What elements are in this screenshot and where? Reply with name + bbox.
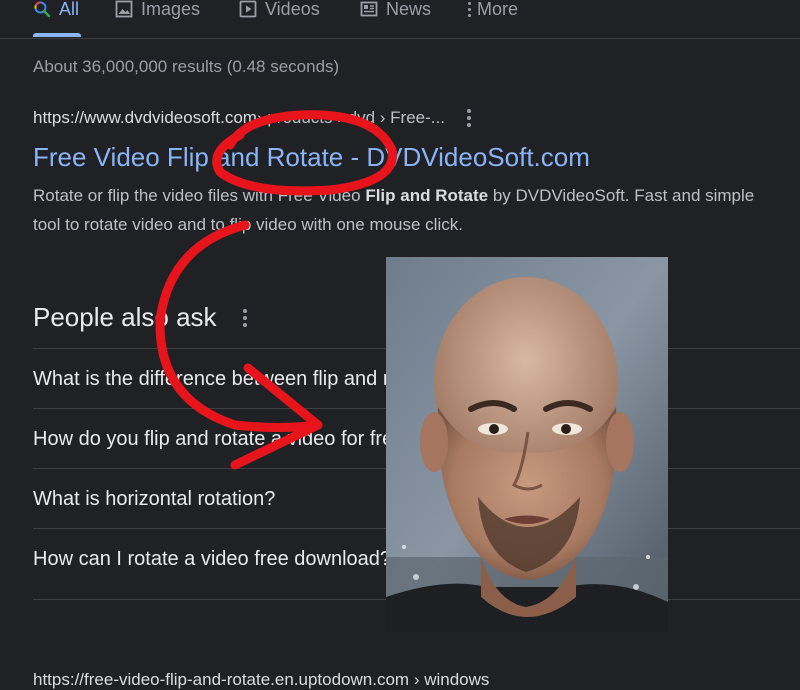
- red-arrow-annotation: [155, 220, 323, 432]
- red-circle-annotation: [212, 110, 397, 196]
- red-annotation-layer: [155, 110, 397, 470]
- red-arrowhead-annotation: [230, 363, 323, 470]
